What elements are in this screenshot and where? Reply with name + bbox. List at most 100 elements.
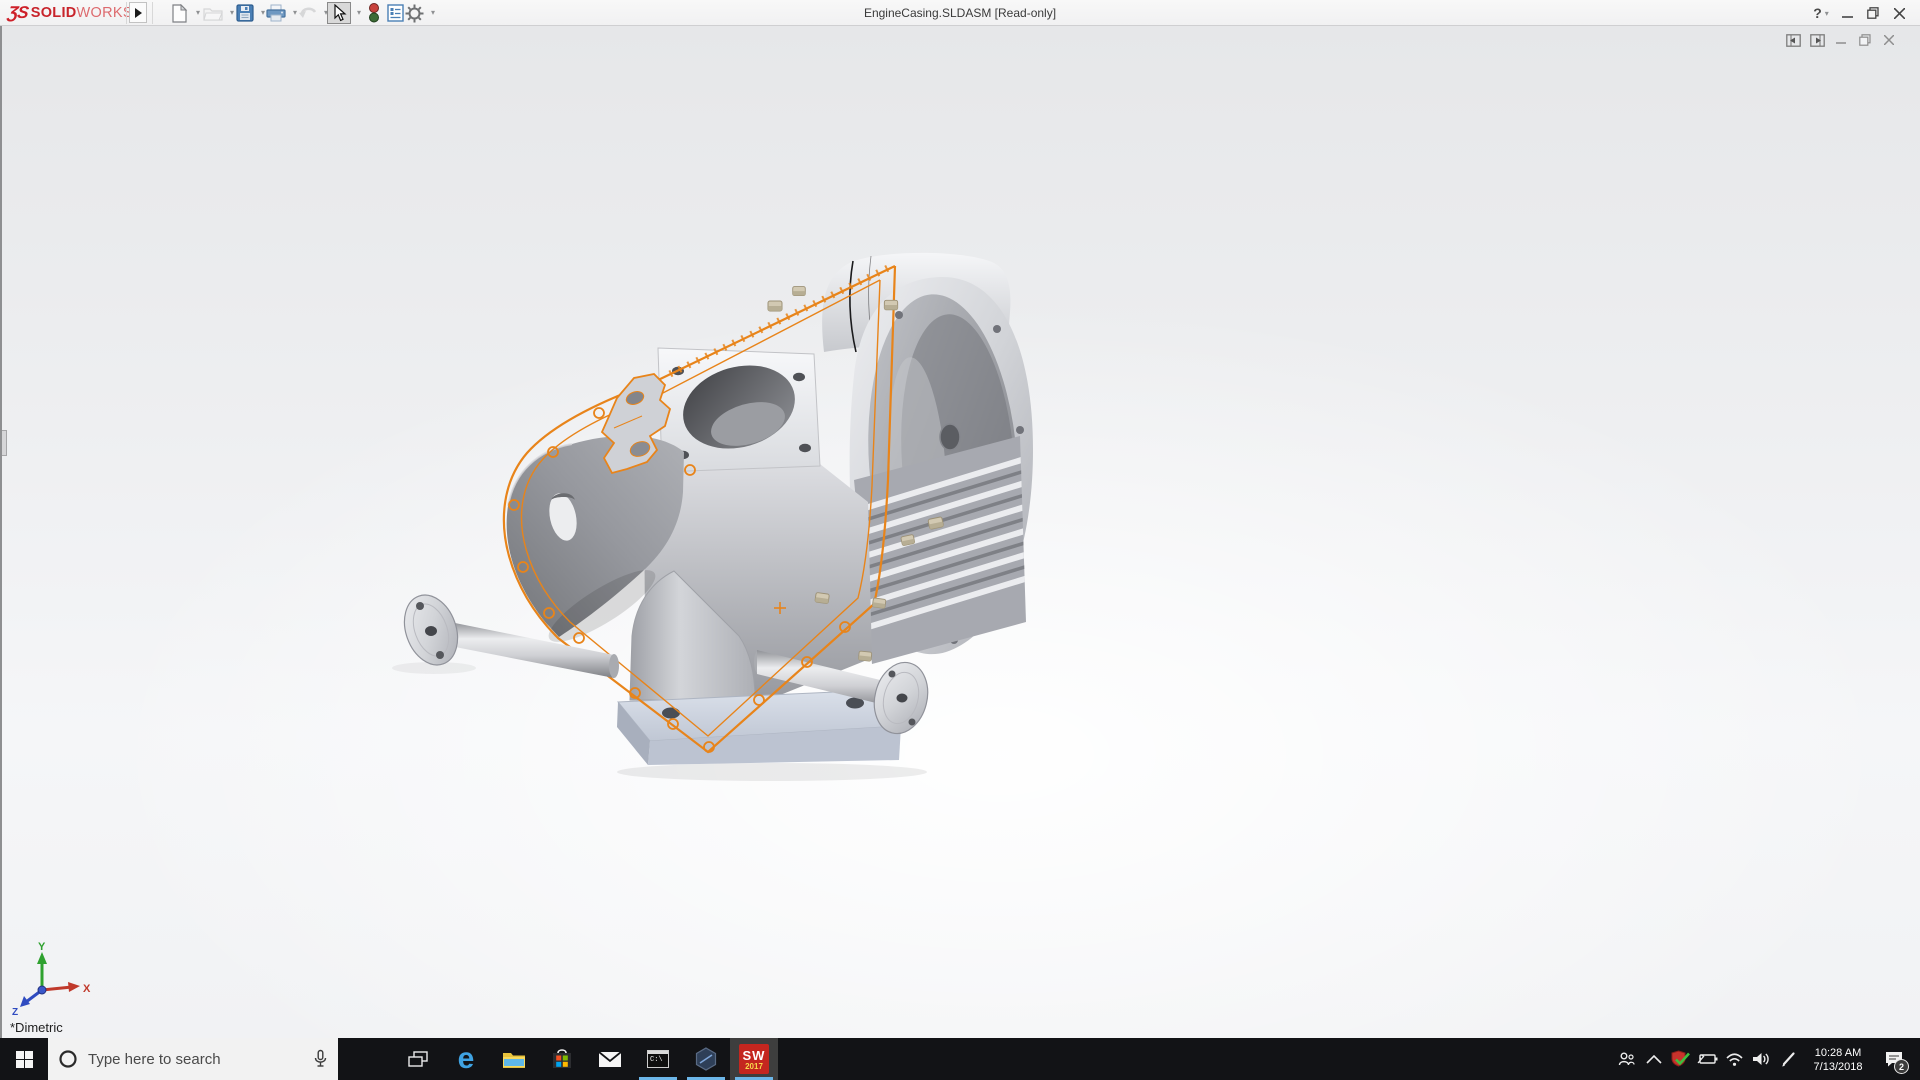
options-button[interactable]	[402, 2, 426, 24]
doc-minimize-button[interactable]	[1832, 32, 1850, 48]
undo-icon	[299, 7, 317, 18]
logo-text-works: WORKS	[76, 5, 133, 21]
window-controls: ? ▾	[1808, 0, 1912, 26]
chevron-up-icon	[1645, 1054, 1662, 1064]
print-icon	[266, 4, 286, 22]
power-tray-button[interactable]	[1694, 1038, 1721, 1080]
3d-model-engine-casing[interactable]	[2, 26, 1920, 1038]
triad-x-label: X	[83, 983, 91, 995]
gear-icon	[405, 4, 423, 22]
feature-panel-splitter[interactable]	[2, 430, 7, 456]
restore-icon	[1867, 7, 1879, 19]
start-button[interactable]	[0, 1038, 48, 1080]
solidworks-logo-mark-icon: ƷS	[6, 3, 30, 22]
taskbar-apps: e C:\ SW 2017	[394, 1038, 778, 1080]
speaker-icon	[1753, 1053, 1769, 1065]
open-folder-icon	[203, 8, 223, 21]
windows-ink-button[interactable]	[1775, 1038, 1802, 1080]
notification-badge: 2	[1894, 1059, 1909, 1074]
toolbar-separator	[126, 2, 127, 24]
triad-y-label: Y	[38, 941, 46, 953]
new-document-icon	[171, 3, 187, 23]
menu-flyout-button[interactable]	[129, 2, 147, 23]
taskbar-cmd-button[interactable]: C:\	[634, 1038, 682, 1080]
taskbar-mail-button[interactable]	[586, 1038, 634, 1080]
taskbar-solidworks-button[interactable]: SW 2017	[730, 1038, 778, 1080]
solidworks-app-icon: SW 2017	[739, 1044, 769, 1074]
hexagon-app-icon	[695, 1047, 717, 1071]
new-document-button[interactable]	[167, 2, 191, 24]
command-prompt-icon: C:\	[647, 1050, 669, 1068]
microsoft-store-icon	[553, 1049, 571, 1068]
solidworks-monitor-tray[interactable]	[1667, 1038, 1694, 1080]
taskbar-hexagon-app-button[interactable]	[682, 1038, 730, 1080]
undo-button[interactable]	[296, 2, 320, 24]
action-center-button[interactable]: 2	[1874, 1038, 1914, 1080]
people-icon	[1618, 1052, 1635, 1066]
document-window-controls	[1784, 32, 1898, 48]
minimize-icon	[1841, 15, 1853, 18]
model-shadow	[617, 763, 927, 781]
open-button[interactable]	[201, 2, 225, 24]
microphone-icon[interactable]	[313, 1049, 328, 1069]
close-icon	[1893, 7, 1905, 19]
restore-button[interactable]	[1860, 0, 1886, 26]
windows-logo-icon	[15, 1050, 33, 1068]
save-button[interactable]	[233, 2, 257, 24]
file-explorer-icon	[503, 1052, 525, 1068]
tray-overflow-button[interactable]	[1640, 1038, 1667, 1080]
search-placeholder-text: Type here to search	[88, 1050, 221, 1068]
window-title: EngineCasing.SLDASM [Read-only]	[863, 6, 1057, 20]
mail-icon	[598, 1050, 622, 1067]
doc-restore-button[interactable]	[1856, 32, 1874, 48]
cursor-arrow-icon	[334, 4, 347, 22]
doc-minimize-icon	[1836, 42, 1846, 44]
toolbar-separator	[152, 2, 153, 24]
view-orientation-label: *Dimetric	[10, 1020, 63, 1035]
doc-close-icon	[1884, 35, 1894, 45]
cortana-icon	[59, 1050, 77, 1068]
solidworks-shield-check-icon	[1671, 1050, 1690, 1067]
help-button[interactable]: ? ▾	[1808, 0, 1834, 26]
options-dropdown[interactable]: ▾	[428, 8, 438, 18]
graphics-viewport[interactable]: Y X Z *Dimetric	[0, 26, 1920, 1038]
close-button[interactable]	[1886, 0, 1912, 26]
taskbar: Type here to search e C:\ SW 2017 10:28 …	[0, 1038, 1920, 1080]
flyout-arrow-icon	[135, 7, 142, 18]
pane-right-icon	[1809, 33, 1825, 47]
select-tool-button[interactable]	[327, 2, 351, 24]
volume-tray-button[interactable]	[1748, 1038, 1775, 1080]
taskbar-edge-button[interactable]: e	[442, 1038, 490, 1080]
wifi-icon	[1726, 1052, 1743, 1066]
taskbar-store-button[interactable]	[538, 1038, 586, 1080]
save-floppy-icon	[236, 4, 254, 22]
taskbar-explorer-button[interactable]	[490, 1038, 538, 1080]
traffic-light-icon	[369, 3, 379, 23]
network-tray-button[interactable]	[1721, 1038, 1748, 1080]
properties-list-icon	[386, 4, 404, 22]
logo-text-solid: SOLID	[30, 5, 77, 21]
pen-icon	[1782, 1051, 1795, 1066]
housing-hub	[939, 423, 961, 451]
titlebar: ƷS SOLID WORKS ▾ ▾ ▾ ▾ ▾ ▾ ▾ EngineCasin…	[0, 0, 1920, 26]
print-button[interactable]	[264, 2, 288, 24]
pane-left-icon	[1785, 33, 1801, 47]
taskbar-search-box[interactable]: Type here to search	[48, 1038, 338, 1080]
clock-time: 10:28 AM	[1814, 1046, 1862, 1059]
doc-close-button[interactable]	[1880, 32, 1898, 48]
solidworks-logo: ƷS SOLID WORKS	[6, 1, 133, 25]
triad-z-label: Z	[12, 1007, 18, 1016]
doc-restore-icon	[1859, 34, 1871, 46]
clock-date: 7/13/2018	[1813, 1060, 1863, 1073]
task-view-icon	[408, 1050, 428, 1067]
people-button[interactable]	[1613, 1038, 1640, 1080]
system-tray: 10:28 AM 7/13/2018 2	[1613, 1038, 1920, 1080]
minimize-button[interactable]	[1834, 0, 1860, 26]
battery-plug-icon	[1697, 1054, 1718, 1064]
edge-icon: e	[457, 1042, 475, 1075]
pane-left-button[interactable]	[1784, 32, 1802, 48]
taskbar-clock[interactable]: 10:28 AM 7/13/2018	[1802, 1045, 1874, 1074]
task-view-button[interactable]	[394, 1038, 442, 1080]
pane-right-button[interactable]	[1808, 32, 1826, 48]
base-plate-part[interactable]	[616, 689, 902, 765]
